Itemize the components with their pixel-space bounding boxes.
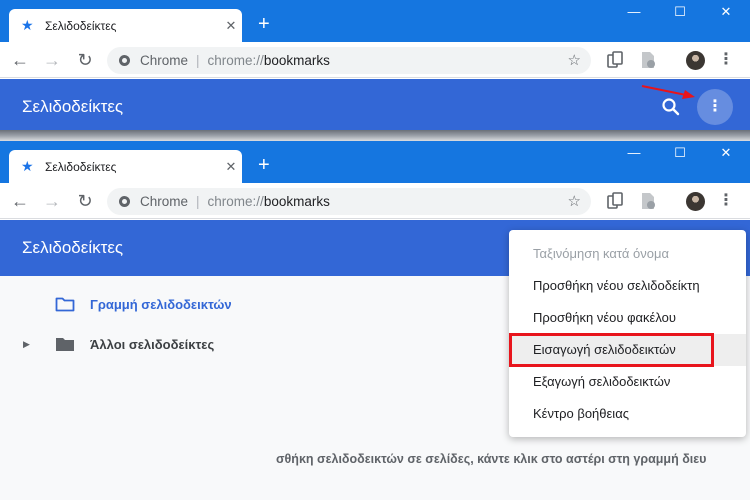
extension-copy-icon[interactable] [606,51,624,69]
profile-avatar[interactable] [686,51,705,70]
menu-item-sort-by-name[interactable]: Ταξινόμηση κατά όνομα [509,238,746,270]
menu-item-help-center[interactable]: Κέντρο βοήθειας [509,398,746,430]
url-separator: | [196,53,200,68]
back-button[interactable]: ← [8,189,32,213]
expand-caret-icon[interactable]: ▶ [23,339,33,350]
bookmark-star-icon[interactable]: ☆ [568,192,581,210]
chrome-site-icon [119,196,130,207]
chrome-menu-button[interactable]: ⋮ [718,49,734,71]
bookmarks-header: Σελιδοδείκτες ⋮ [0,79,750,135]
browser-toolbar: ← → ↻ Chrome | chrome:// bookmarks ☆ ⋮ [0,42,750,78]
browser-window-bottom: ★ Σελιδοδείκτες ✕ + — ☐ ✕ ← → ↻ Chrome |… [0,141,750,500]
red-arrow-annotation [641,85,695,99]
tree-item-label: Γραμμή σελιδοδεικτών [90,296,232,312]
title-bar: ★ Σελιδοδείκτες ✕ + — ☐ ✕ [0,0,750,42]
url-host: bookmarks [263,194,330,209]
close-window-button[interactable]: ✕ [703,145,749,161]
address-bar[interactable]: Chrome | chrome:// bookmarks ☆ [107,47,591,74]
chrome-label: Chrome [140,53,189,68]
tab-title: Σελιδοδείκτες [45,18,117,33]
url-separator: | [196,194,200,209]
minimize-button[interactable]: — [611,145,657,160]
browser-toolbar: ← → ↻ Chrome | chrome:// bookmarks ☆ ⋮ [0,183,750,219]
forward-button[interactable]: → [40,189,64,213]
menu-item-export-bookmarks[interactable]: Εξαγωγή σελιδοδεικτών [509,366,746,398]
extension-copy-icon[interactable] [606,192,624,210]
back-button[interactable]: ← [8,48,32,72]
organize-menu-button[interactable]: ⋮ [697,89,733,125]
browser-window-top: ★ Σελιδοδείκτες ✕ + — ☐ ✕ ← → ↻ Chrome |… [0,0,750,135]
bookmarks-tab[interactable]: ★ Σελιδοδείκτες ✕ [9,9,242,42]
maximize-button[interactable]: ☐ [657,4,703,20]
empty-list-hint: σθήκη σελιδοδεικτών σε σελίδες, κάντε κλ… [276,452,707,466]
url-host: bookmarks [263,53,330,68]
new-tab-button[interactable]: + [258,12,270,36]
tree-item-label: Άλλοι σελιδοδείκτες [90,336,215,352]
chrome-menu-button[interactable]: ⋮ [718,190,734,212]
address-bar[interactable]: Chrome | chrome:// bookmarks ☆ [107,188,591,215]
url-scheme: chrome:// [207,53,264,68]
star-icon: ★ [21,158,34,174]
url-scheme: chrome:// [207,194,264,209]
page-title: Σελιδοδείκτες [22,238,124,257]
tab-close-icon[interactable]: ✕ [220,159,242,175]
profile-avatar[interactable] [686,192,705,211]
title-bar: ★ Σελιδοδείκτες ✕ + — ☐ ✕ [0,141,750,183]
chrome-site-icon [119,55,130,66]
reload-button[interactable]: ↻ [73,189,97,213]
tab-title: Σελιδοδείκτες [45,159,117,174]
menu-item-add-folder[interactable]: Προσθήκη νέου φακέλου [509,302,746,334]
chrome-label: Chrome [140,194,189,209]
page-title: Σελιδοδείκτες [22,97,124,116]
maximize-button[interactable]: ☐ [657,145,703,161]
close-window-button[interactable]: ✕ [703,4,749,20]
forward-button[interactable]: → [40,48,64,72]
menu-item-add-bookmark[interactable]: Προσθήκη νέου σελιδοδείκτη [509,270,746,302]
bookmark-star-icon[interactable]: ☆ [568,51,581,69]
star-icon: ★ [21,17,34,33]
extension-document-icon[interactable] [640,51,656,69]
red-highlight-annotation [509,333,714,367]
new-tab-button[interactable]: + [258,153,270,177]
bookmarks-tab[interactable]: ★ Σελιδοδείκτες ✕ [9,150,242,183]
tab-close-icon[interactable]: ✕ [220,18,242,34]
folder-outline-icon [55,297,75,312]
reload-button[interactable]: ↻ [73,48,97,72]
folder-icon [56,338,74,351]
extension-document-icon[interactable] [640,192,656,210]
minimize-button[interactable]: — [611,4,657,19]
